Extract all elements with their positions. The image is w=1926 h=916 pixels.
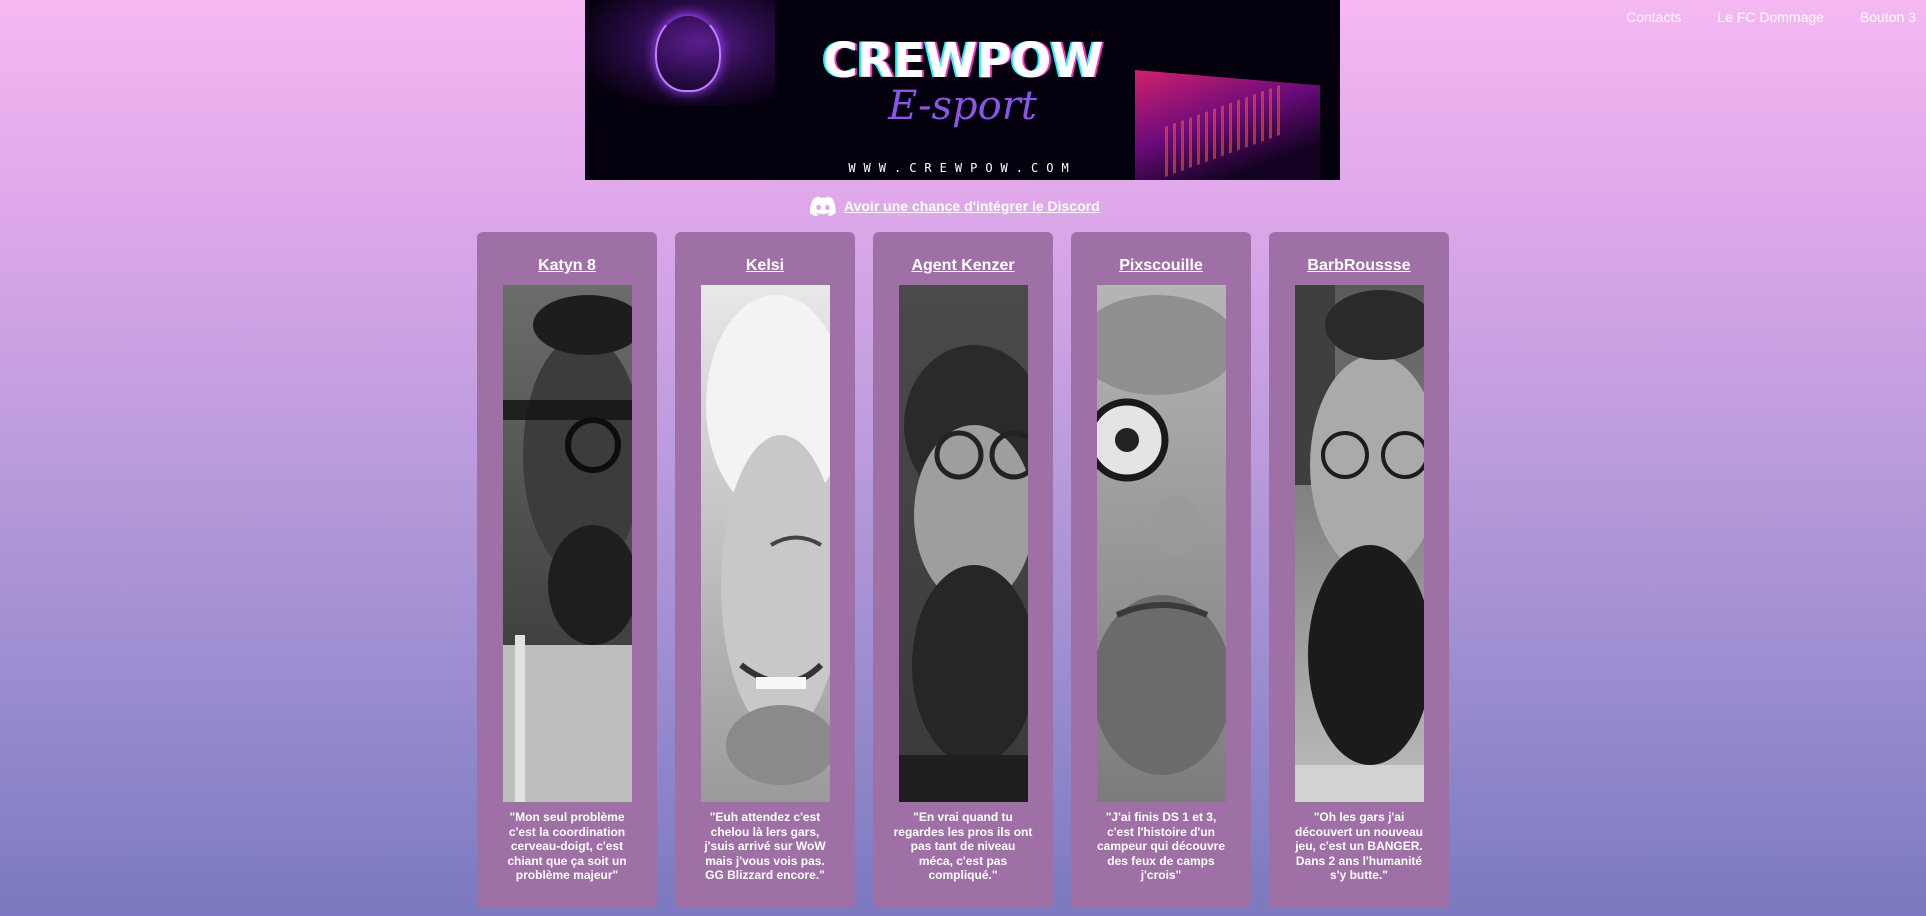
nav-le-fc-dommage[interactable]: Le FC Dommage <box>1699 9 1842 29</box>
top-navigation: Contacts Le FC Dommage Bouton 3 <box>1608 9 1926 29</box>
member-name[interactable]: Katyn 8 <box>477 257 657 275</box>
discord-link[interactable]: Avoir une chance d'intégrer le Discord <box>844 198 1100 214</box>
member-photo-image <box>1097 285 1226 802</box>
member-name[interactable]: BarbRoussse <box>1269 257 1449 275</box>
member-name[interactable]: Kelsi <box>675 257 855 275</box>
member-quote: "En vrai quand tu regardes les pros ils … <box>893 810 1033 883</box>
member-photo-image <box>1295 285 1424 802</box>
banner-subtitle: E-sport <box>888 83 1037 129</box>
member-card: Kelsi "Euh attendez c'est chelou là lers… <box>675 232 855 908</box>
member-name[interactable]: Pixscouille <box>1071 257 1251 275</box>
member-card: Katyn 8 "Mon seul problème c'est la coor… <box>477 232 657 908</box>
member-card: Agent Kenzer "En vrai quand tu regardes … <box>873 232 1053 908</box>
members-list: Katyn 8 "Mon seul problème c'est la coor… <box>477 232 1449 908</box>
member-photo <box>1295 285 1424 802</box>
banner-title: CREWPOW <box>822 33 1104 89</box>
discord-icon <box>810 196 836 216</box>
member-photo-image <box>899 285 1028 802</box>
member-quote: "Euh attendez c'est chelou là lers gars,… <box>704 810 826 883</box>
member-photo <box>899 285 1028 802</box>
member-quote: "Mon seul problème c'est la coordination… <box>507 810 627 883</box>
member-photo <box>1097 285 1226 802</box>
member-quote: "J'ai finis DS 1 et 3, c'est l'histoire … <box>1096 810 1226 883</box>
member-name[interactable]: Agent Kenzer <box>873 257 1053 275</box>
member-card: BarbRoussse "Oh les gars j'ai découvert … <box>1269 232 1449 908</box>
discord-invite: Avoir une chance d'intégrer le Discord <box>810 192 1100 220</box>
member-quote: "Oh les gars j'ai découvert un nouveau j… <box>1294 810 1424 883</box>
header-banner: CREWPOW E-sport WWW.CREWPOW.COM <box>585 0 1340 180</box>
member-photo-image <box>701 285 830 802</box>
member-photo <box>701 285 830 802</box>
member-photo <box>503 285 632 802</box>
member-card: Pixscouille "J'ai finis DS 1 et 3, c'est… <box>1071 232 1251 908</box>
member-photo-image <box>503 285 632 802</box>
nav-contacts[interactable]: Contacts <box>1608 9 1699 29</box>
nav-bouton-3[interactable]: Bouton 3 <box>1842 9 1926 29</box>
banner-url: WWW.CREWPOW.COM <box>848 161 1077 175</box>
